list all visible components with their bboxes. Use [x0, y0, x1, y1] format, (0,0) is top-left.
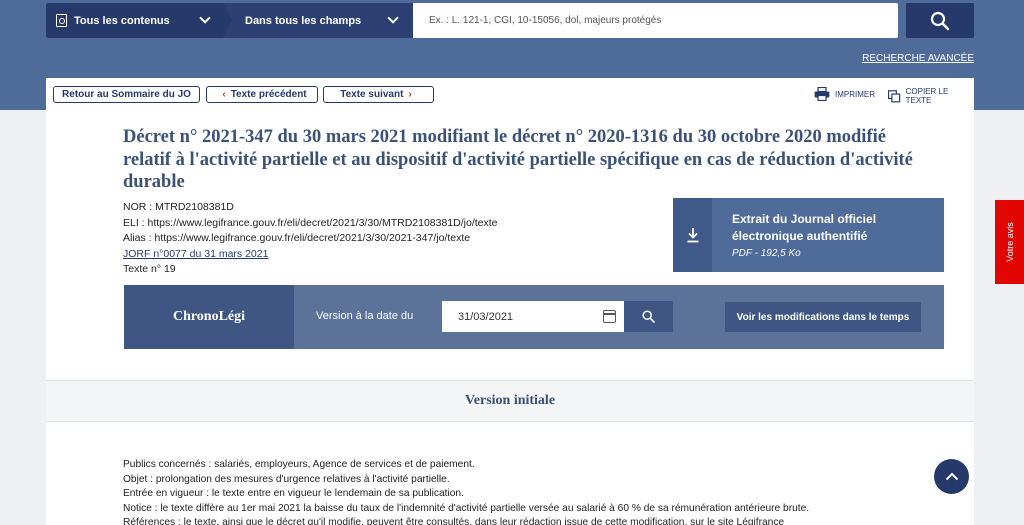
alias-line: Alias : https://www.legifrance.gouv.fr/e… — [123, 232, 471, 244]
version-date-value: 31/03/2021 — [458, 310, 514, 323]
chevron-right-icon: › — [408, 89, 412, 100]
next-label: Texte suivant — [340, 89, 404, 100]
copy-text-button[interactable]: COPIER LE TEXTE — [888, 87, 974, 105]
field-select[interactable]: Dans tous les champs — [223, 3, 413, 38]
print-label: IMPRIMER — [835, 89, 875, 99]
version-date-label: Version à la date du — [316, 310, 414, 322]
print-button[interactable]: IMPRIMER — [814, 87, 875, 101]
document-metadata: NOR : MTRD2108381D ELI : https://www.leg… — [123, 200, 498, 278]
scope-select[interactable]: Tous les contenus — [46, 3, 232, 38]
calendar-icon[interactable] — [603, 310, 616, 323]
chevron-down-icon — [387, 12, 399, 24]
chevron-down-icon — [199, 12, 211, 24]
search-bar: Tous les contenus Dans tous les champs — [46, 3, 898, 38]
previous-text-button[interactable]: ‹ Texte précédent — [206, 86, 318, 103]
chronolegi-panel: ChronoLégi Version à la date du 31/03/20… — [124, 285, 944, 349]
back-to-summary-button[interactable]: Retour au Sommaire du JO — [53, 86, 200, 103]
body-line: Références : le texte, ainsi que le décr… — [123, 517, 785, 525]
jo-title-line2: électronique authentifié — [732, 229, 868, 243]
search-button[interactable] — [906, 3, 974, 38]
body-line: Notice : le texte diffère au 1er mai 202… — [123, 502, 810, 514]
printer-icon — [814, 87, 830, 101]
jorf-link[interactable]: JORF n°0077 du 31 mars 2021 — [123, 248, 268, 260]
search-icon — [930, 11, 950, 30]
body-line: Objet : prolongation des mesures d'urgen… — [123, 473, 450, 485]
version-date-input[interactable]: 31/03/2021 — [442, 301, 624, 332]
body-line: Publics concernés : salariés, employeurs… — [123, 459, 475, 470]
document-search-icon — [56, 14, 67, 27]
document-body: Publics concernés : salariés, employeurs… — [123, 458, 809, 525]
scope-label: Tous les contenus — [74, 14, 170, 27]
search-input[interactable] — [413, 3, 898, 38]
jo-extract-download[interactable]: Extrait du Journal officiel électronique… — [673, 198, 944, 272]
search-icon — [642, 310, 655, 323]
chevron-left-icon: ‹ — [222, 89, 226, 100]
date-search-button[interactable] — [624, 301, 673, 332]
chevron-up-icon — [945, 472, 958, 481]
feedback-tab[interactable]: Votre avis — [995, 200, 1024, 284]
prev-label: Texte précédent — [230, 89, 307, 100]
advanced-search-link[interactable]: RECHERCHE AVANCÉE — [862, 53, 974, 64]
version-bar: Version initiale — [46, 380, 974, 422]
page-title: Décret n° 2021-347 du 30 mars 2021 modif… — [123, 127, 913, 192]
eli-line: ELI : https://www.legifrance.gouv.fr/eli… — [123, 216, 498, 229]
view-modifications-button[interactable]: Voir les modifications dans le temps — [725, 302, 921, 332]
jo-title-line1: Extrait du Journal officiel — [732, 212, 877, 226]
download-icon — [673, 198, 712, 272]
scroll-to-top-button[interactable] — [934, 459, 969, 494]
nor-line: NOR : MTRD2108381D — [123, 201, 234, 213]
version-label: Version initiale — [464, 393, 556, 408]
chronolegi-title: ChronoLégi — [124, 285, 294, 349]
texte-number: Texte n° 19 — [123, 263, 176, 275]
copy-label: COPIER LE TEXTE — [905, 87, 949, 105]
body-line: Entrée en vigueur : le texte entre en vi… — [123, 488, 464, 499]
field-label: Dans tous les champs — [245, 14, 362, 27]
back-label: Retour au Sommaire du JO — [62, 89, 191, 100]
copy-icon — [888, 89, 901, 102]
feedback-label: Votre avis — [1004, 222, 1015, 262]
jo-file-info: PDF - 192,5 Ko — [732, 248, 801, 259]
document-card: Retour au Sommaire du JO ‹ Texte précéde… — [46, 78, 974, 525]
next-text-button[interactable]: Texte suivant › — [323, 86, 434, 103]
